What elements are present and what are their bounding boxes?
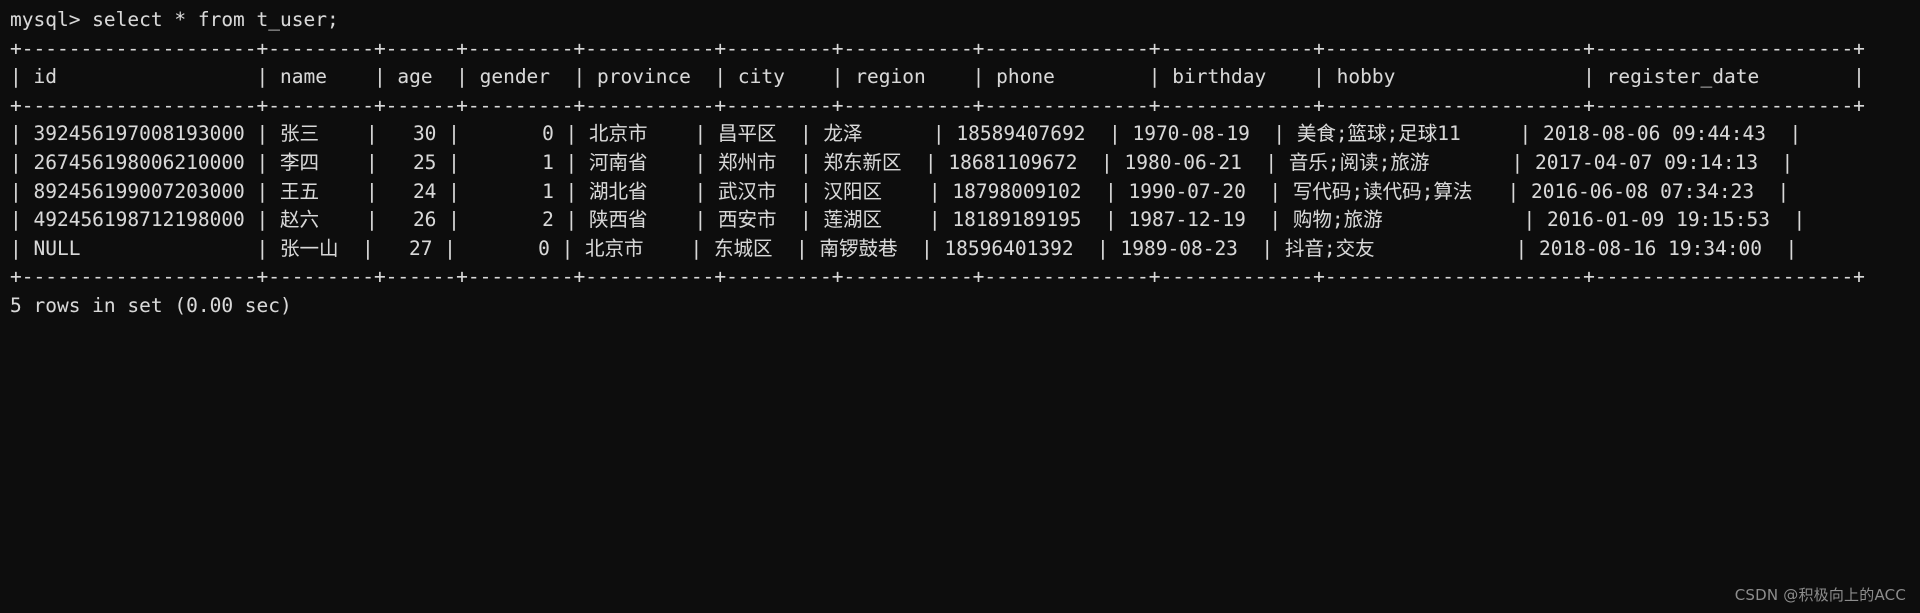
terminal-window[interactable]: mysql> select * from t_user; +----------…	[0, 0, 1920, 613]
terminal-output: mysql> select * from t_user; +----------…	[10, 8, 1865, 317]
watermark-label: CSDN @积极向上的ACC	[1734, 586, 1906, 604]
